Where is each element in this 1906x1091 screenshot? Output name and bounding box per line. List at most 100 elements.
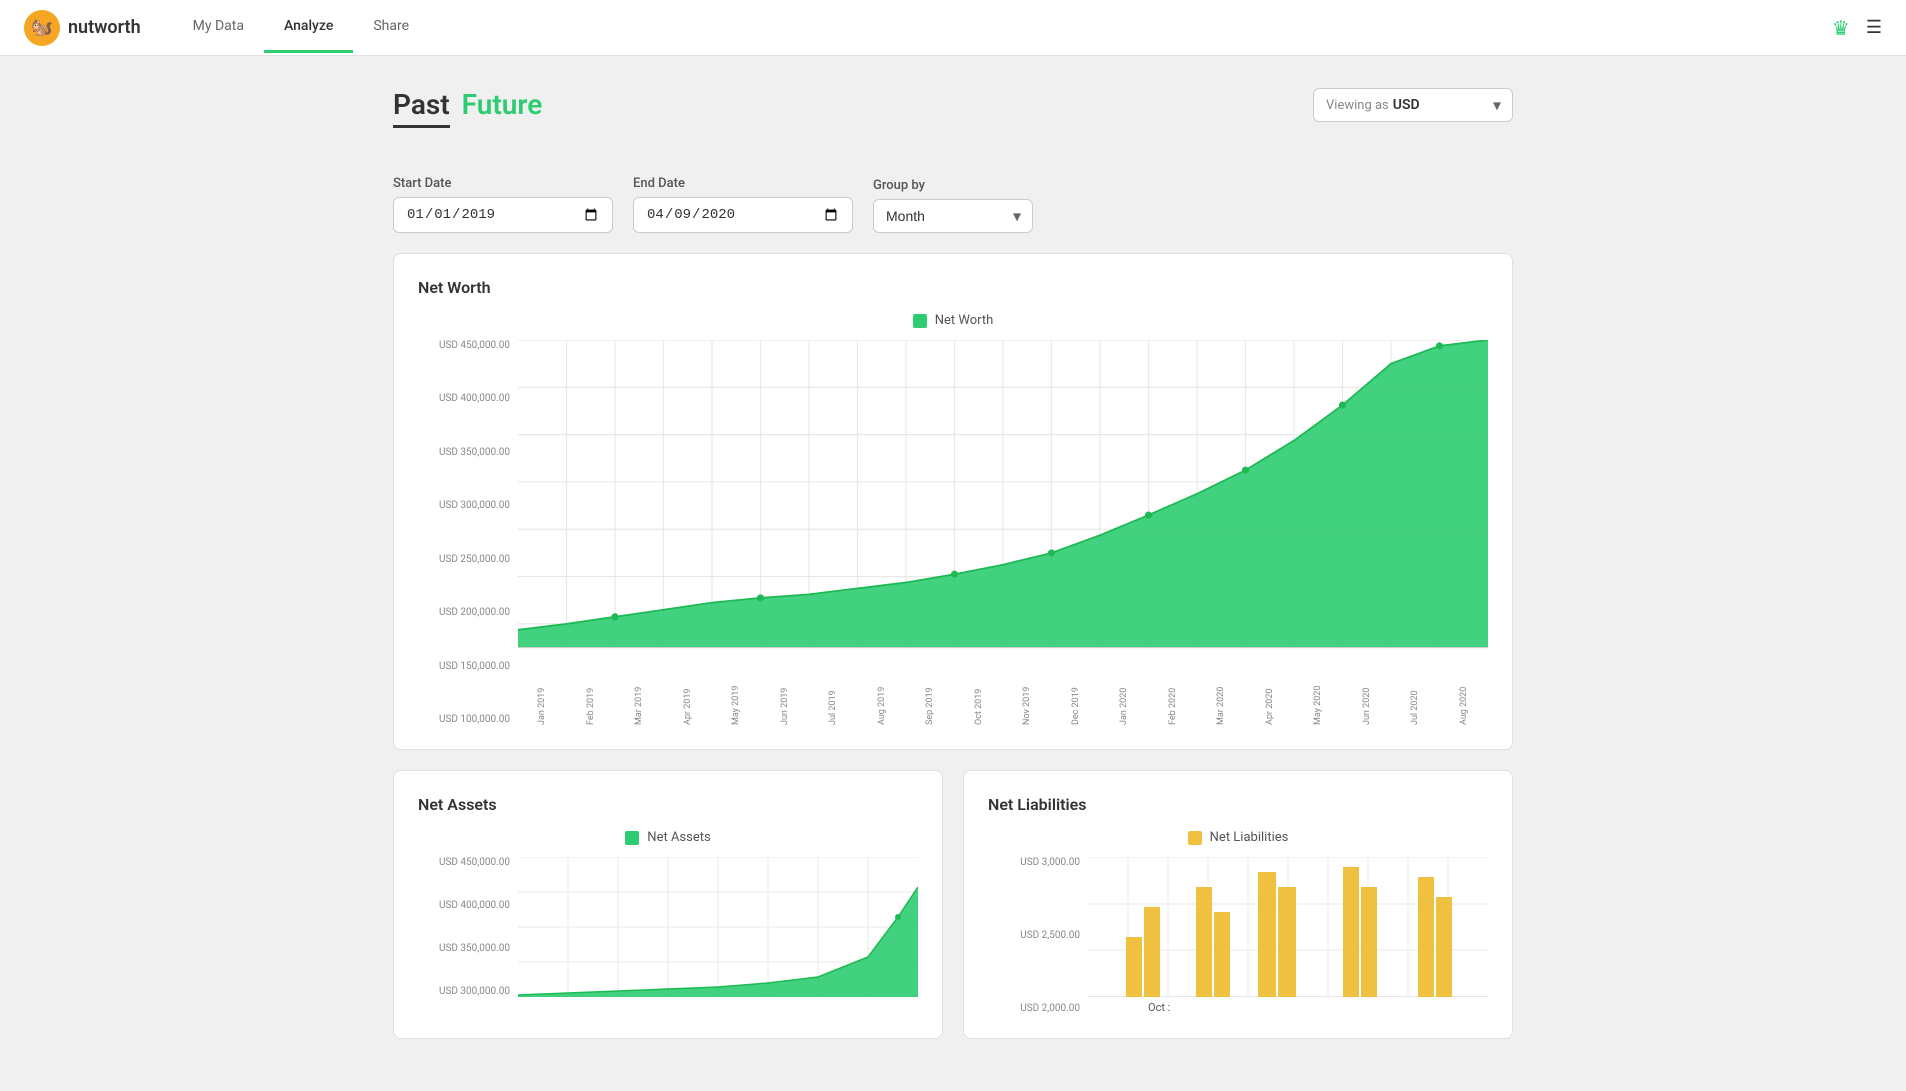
x-label-sep19: Sep 2019 bbox=[925, 675, 935, 725]
bar bbox=[1418, 877, 1434, 997]
net-worth-title: Net Worth bbox=[418, 278, 1488, 297]
group-by-label: Group by bbox=[873, 178, 1033, 193]
main-nav: My Data Analyze Share bbox=[173, 2, 429, 53]
logo-area: 🐿️ nutworth bbox=[24, 10, 141, 46]
start-date-group: Start Date bbox=[393, 176, 613, 233]
net-assets-chart-wrapper: USD 450,000.00 USD 400,000.00 USD 350,00… bbox=[418, 857, 918, 997]
net-worth-legend: Net Worth bbox=[418, 313, 1488, 328]
net-worth-chart-wrapper: USD 450,000.00 USD 400,000.00 USD 350,00… bbox=[418, 340, 1488, 725]
x-label-nov19: Nov 2019 bbox=[1022, 675, 1032, 725]
y-label-200: USD 200,000.00 bbox=[418, 607, 510, 618]
start-date-input[interactable] bbox=[393, 197, 613, 233]
nav-my-data[interactable]: My Data bbox=[173, 2, 264, 53]
logo-icon: 🐿️ bbox=[24, 10, 60, 46]
net-worth-legend-dot bbox=[913, 314, 927, 328]
y-label-450: USD 450,000.00 bbox=[418, 340, 510, 351]
nav-share[interactable]: Share bbox=[353, 2, 429, 53]
net-liabilities-legend-dot bbox=[1188, 831, 1202, 845]
y-label-350: USD 350,000.00 bbox=[418, 447, 510, 458]
group-by-group: Group by Week Month Quarter Year bbox=[873, 178, 1033, 233]
group-by-select[interactable]: Week Month Quarter Year bbox=[873, 199, 1033, 233]
y-label-300: USD 300,000.00 bbox=[418, 500, 510, 511]
net-liabilities-legend-label: Net Liabilities bbox=[1210, 830, 1289, 845]
net-liabilities-legend: Net Liabilities bbox=[988, 830, 1488, 845]
bar bbox=[1436, 897, 1452, 997]
net-worth-x-axis: Jan 2019 Feb 2019 Mar 2019 Apr 2019 May … bbox=[518, 675, 1488, 725]
page-title: Past Future bbox=[393, 88, 542, 128]
main-content: Past Future Viewing as USD ▾ Start Date … bbox=[353, 56, 1553, 1091]
nl-y-2000: USD 2,000.00 bbox=[988, 1003, 1080, 1014]
nl-y-2500: USD 2,500.00 bbox=[988, 930, 1080, 941]
net-liabilities-chart-area: Oct : bbox=[1088, 857, 1488, 1014]
data-point bbox=[1145, 512, 1152, 519]
x-label-jul19: Jul 2019 bbox=[828, 675, 838, 725]
data-point bbox=[1339, 402, 1346, 409]
crown-icon: ♛ bbox=[1832, 16, 1850, 40]
data-point bbox=[611, 613, 618, 620]
bar bbox=[1126, 937, 1142, 997]
net-liabilities-card: Net Liabilities Net Liabilities USD 3,00… bbox=[963, 770, 1513, 1039]
oct-label: Oct : bbox=[1088, 1001, 1488, 1014]
nav-analyze[interactable]: Analyze bbox=[264, 2, 353, 53]
bottom-charts-row: Net Assets Net Assets USD 450,000.00 USD… bbox=[393, 770, 1513, 1059]
x-label-dec19: Dec 2019 bbox=[1071, 675, 1081, 725]
net-worth-chart-area: Jan 2019 Feb 2019 Mar 2019 Apr 2019 May … bbox=[518, 340, 1488, 725]
bar bbox=[1214, 912, 1230, 997]
x-label-mar19: Mar 2019 bbox=[634, 675, 644, 725]
currency-value: USD bbox=[1393, 97, 1420, 113]
start-date-label: Start Date bbox=[393, 176, 613, 191]
y-label-400: USD 400,000.00 bbox=[418, 393, 510, 404]
x-label-jun19: Jun 2019 bbox=[780, 675, 790, 725]
na-y-350: USD 350,000.00 bbox=[418, 943, 510, 954]
net-worth-card: Net Worth Net Worth USD 450,000.00 USD 4… bbox=[393, 253, 1513, 750]
x-label-may20: May 2020 bbox=[1313, 675, 1323, 725]
viewing-as-label: Viewing as bbox=[1326, 98, 1389, 113]
end-date-label: End Date bbox=[633, 176, 853, 191]
net-assets-legend-label: Net Assets bbox=[647, 830, 710, 845]
net-worth-svg bbox=[518, 340, 1488, 671]
y-label-100: USD 100,000.00 bbox=[418, 714, 510, 725]
x-label-oct19: Oct 2019 bbox=[974, 675, 984, 725]
end-date-input[interactable] bbox=[633, 197, 853, 233]
data-point bbox=[951, 571, 958, 578]
title-past: Past bbox=[393, 88, 450, 128]
x-label-jan19: Jan 2019 bbox=[537, 675, 547, 725]
menu-icon[interactable]: ☰ bbox=[1866, 17, 1882, 38]
net-assets-svg bbox=[518, 857, 918, 997]
bar bbox=[1278, 887, 1296, 997]
net-assets-card: Net Assets Net Assets USD 450,000.00 USD… bbox=[393, 770, 943, 1039]
x-label-apr20: Apr 2020 bbox=[1265, 675, 1275, 725]
bar bbox=[1144, 907, 1160, 997]
x-label-feb19: Feb 2019 bbox=[586, 675, 596, 725]
bar bbox=[1361, 887, 1377, 997]
x-label-jun20: Jun 2020 bbox=[1362, 675, 1372, 725]
data-point bbox=[1048, 549, 1055, 556]
group-by-select-wrapper: Week Month Quarter Year bbox=[873, 199, 1033, 233]
nl-y-3000: USD 3,000.00 bbox=[988, 857, 1080, 868]
net-assets-title: Net Assets bbox=[418, 795, 918, 814]
title-future[interactable]: Future bbox=[462, 88, 543, 121]
end-date-group: End Date bbox=[633, 176, 853, 233]
na-y-300: USD 300,000.00 bbox=[418, 986, 510, 997]
x-label-apr19: Apr 2019 bbox=[683, 675, 693, 725]
y-label-150: USD 150,000.00 bbox=[418, 661, 510, 672]
filters-row: Start Date End Date Group by Week Month … bbox=[393, 176, 1513, 233]
bar bbox=[1258, 872, 1276, 997]
x-label-aug20: Aug 2020 bbox=[1459, 675, 1469, 725]
data-point bbox=[1242, 467, 1249, 474]
net-liabilities-chart-wrapper: USD 3,000.00 USD 2,500.00 USD 2,000.00 bbox=[988, 857, 1488, 1014]
net-assets-y-axis: USD 450,000.00 USD 400,000.00 USD 350,00… bbox=[418, 857, 518, 997]
net-assets-chart-area bbox=[518, 857, 918, 997]
viewing-as-control: Viewing as USD ▾ bbox=[1313, 88, 1513, 122]
top-bar: Past Future Viewing as USD ▾ bbox=[393, 88, 1513, 152]
net-liabilities-title: Net Liabilities bbox=[988, 795, 1488, 814]
x-label-jul20: Jul 2020 bbox=[1410, 675, 1420, 725]
currency-selector[interactable]: Viewing as USD bbox=[1313, 88, 1513, 122]
header-right: ♛ ☰ bbox=[1832, 16, 1882, 40]
net-worth-y-axis: USD 450,000.00 USD 400,000.00 USD 350,00… bbox=[418, 340, 518, 725]
x-label-may19: May 2019 bbox=[731, 675, 741, 725]
x-label-jan20: Jan 2020 bbox=[1119, 675, 1129, 725]
x-label-aug19: Aug 2019 bbox=[877, 675, 887, 725]
na-y-450: USD 450,000.00 bbox=[418, 857, 510, 868]
net-worth-legend-label: Net Worth bbox=[935, 313, 994, 328]
